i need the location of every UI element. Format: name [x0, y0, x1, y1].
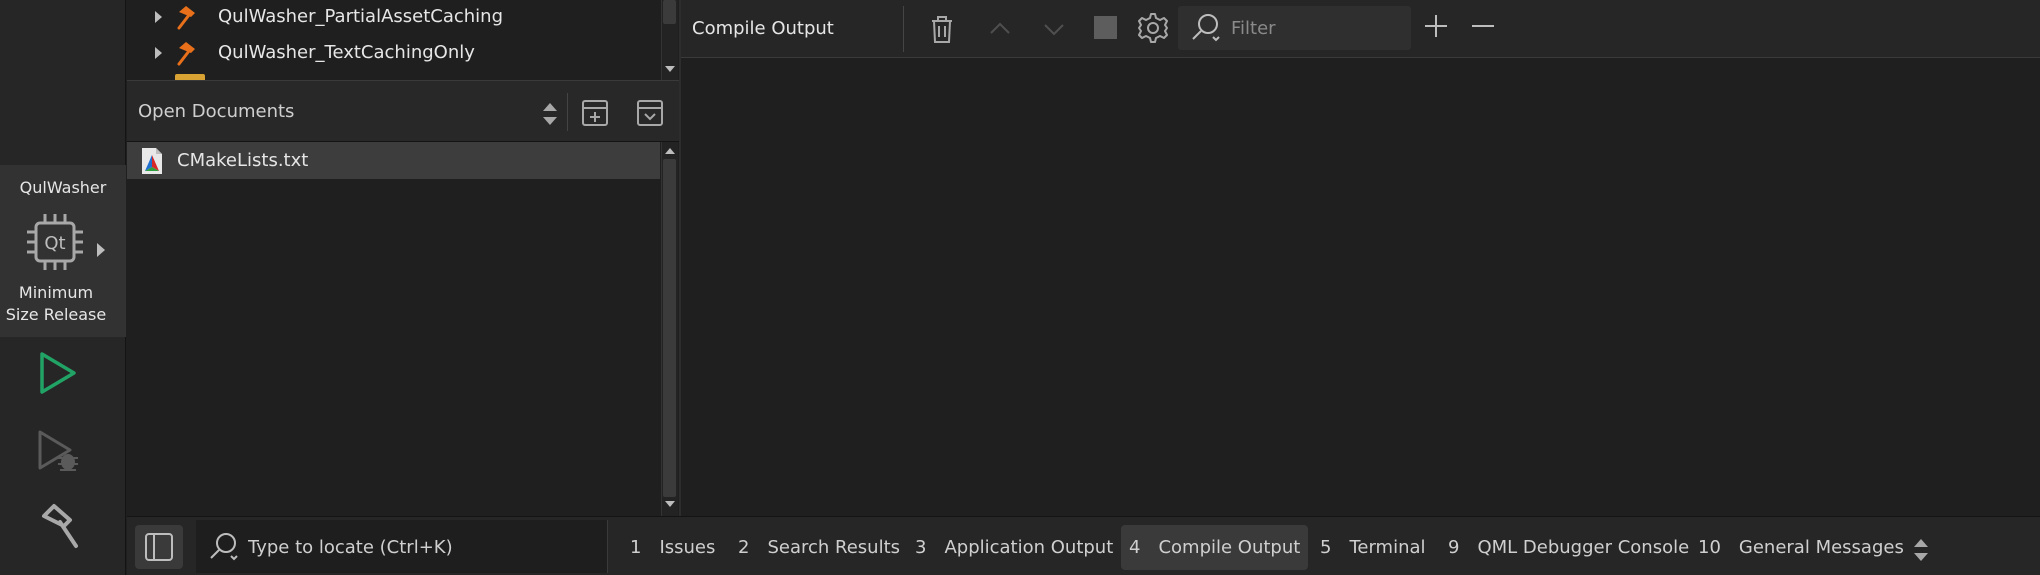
split-view-icon[interactable] [580, 98, 610, 128]
toolbar-divider [903, 6, 904, 52]
tree-expand-arrow-icon[interactable] [155, 11, 162, 23]
pane-tab-general-messages[interactable]: 10 General Messages [1690, 525, 1912, 570]
pane-tab-search-results[interactable]: 2 Search Results [730, 525, 908, 570]
more-panes-arrows-icon[interactable] [1911, 536, 1931, 564]
kit-expand-arrow-icon[interactable] [97, 243, 105, 257]
clear-output-trash-icon[interactable] [925, 12, 959, 46]
tree-item[interactable]: QulWasher_PartialAssetCaching [127, 0, 657, 34]
scroll-down-arrow-icon[interactable] [665, 501, 675, 507]
pane-tab-label: Compile Output [1158, 537, 1301, 558]
search-icon[interactable] [1189, 11, 1223, 45]
tree-item-label: QulWasher_PartialAssetCaching [218, 6, 504, 27]
output-pane-title: Compile Output [692, 18, 834, 39]
pane-tab-compile-output[interactable]: 4 Compile Output [1121, 525, 1309, 570]
tree-item-label: QulWasher_TextCachingOnly [218, 42, 475, 63]
scroll-up-arrow-icon[interactable] [665, 148, 675, 154]
debug-run-button[interactable] [34, 428, 80, 474]
pane-tab-number: 1 [630, 537, 642, 558]
pane-tab-label: Application Output [944, 537, 1114, 558]
locator-input[interactable] [248, 524, 598, 570]
gear-icon[interactable] [1136, 11, 1170, 45]
scroll-down-arrow-icon[interactable] [665, 66, 675, 72]
cmake-file-icon [142, 148, 162, 174]
pane-tab-label: General Messages [1738, 537, 1904, 558]
open-documents-list [127, 142, 663, 516]
kit-build-config: Minimum Size Release [5, 283, 107, 324]
pane-tab-number: 10 [1698, 537, 1721, 558]
tree-scrollbar-thumb[interactable] [663, 0, 676, 24]
document-label: CMakeLists.txt [177, 150, 309, 171]
pane-tab-number: 3 [915, 537, 927, 558]
pane-tab-label: Terminal [1349, 537, 1426, 558]
tree-expand-arrow-icon[interactable] [155, 47, 162, 59]
stop-button[interactable] [1094, 16, 1117, 39]
pane-tab-label: QML Debugger Console [1477, 537, 1690, 558]
hammer-icon [177, 42, 195, 66]
qt-chip-icon: Qt [27, 214, 83, 270]
zoom-out-minus-icon[interactable] [1469, 12, 1497, 40]
pane-tab-label: Search Results [767, 537, 901, 558]
status-divider [607, 520, 608, 573]
pane-tab-terminal[interactable]: 5 Terminal [1312, 525, 1434, 570]
pane-tab-label: Issues [659, 537, 716, 558]
toolbar-divider [567, 93, 568, 131]
run-button[interactable] [34, 350, 80, 396]
compile-output-area[interactable] [681, 59, 2040, 516]
pane-tab-issues[interactable]: 1 Issues [622, 525, 723, 570]
documents-scrollbar-thumb[interactable] [663, 159, 676, 497]
hammer-icon [177, 6, 195, 30]
previous-item-chevron-up-icon[interactable] [983, 12, 1017, 46]
search-icon[interactable] [207, 530, 241, 564]
view-select-arrows-icon[interactable] [540, 100, 560, 128]
toggle-sidebar-button[interactable] [135, 525, 183, 569]
pane-tab-number: 2 [738, 537, 750, 558]
pane-tab-number: 4 [1129, 537, 1141, 558]
next-item-chevron-down-icon[interactable] [1037, 12, 1071, 46]
pane-tab-qml-debugger-console[interactable]: 9 QML Debugger Console [1440, 525, 1697, 570]
pane-tab-number: 9 [1448, 537, 1460, 558]
tree-item[interactable]: QulWasher_TextCachingOnly [127, 36, 657, 70]
open-documents-title[interactable]: Open Documents [138, 101, 294, 122]
svg-text:Qt: Qt [44, 233, 65, 254]
collapse-view-icon[interactable] [635, 98, 665, 128]
filter-input[interactable] [1231, 8, 1406, 48]
build-hammer-button[interactable] [32, 502, 82, 552]
pane-tab-number: 5 [1320, 537, 1332, 558]
kit-project-name: QulWasher [19, 178, 107, 197]
project-tree: QulWasher_PartialAssetCaching QulWasher_… [127, 0, 679, 80]
zoom-in-plus-icon[interactable] [1422, 12, 1450, 40]
pane-tab-application-output[interactable]: 3 Application Output [907, 525, 1121, 570]
